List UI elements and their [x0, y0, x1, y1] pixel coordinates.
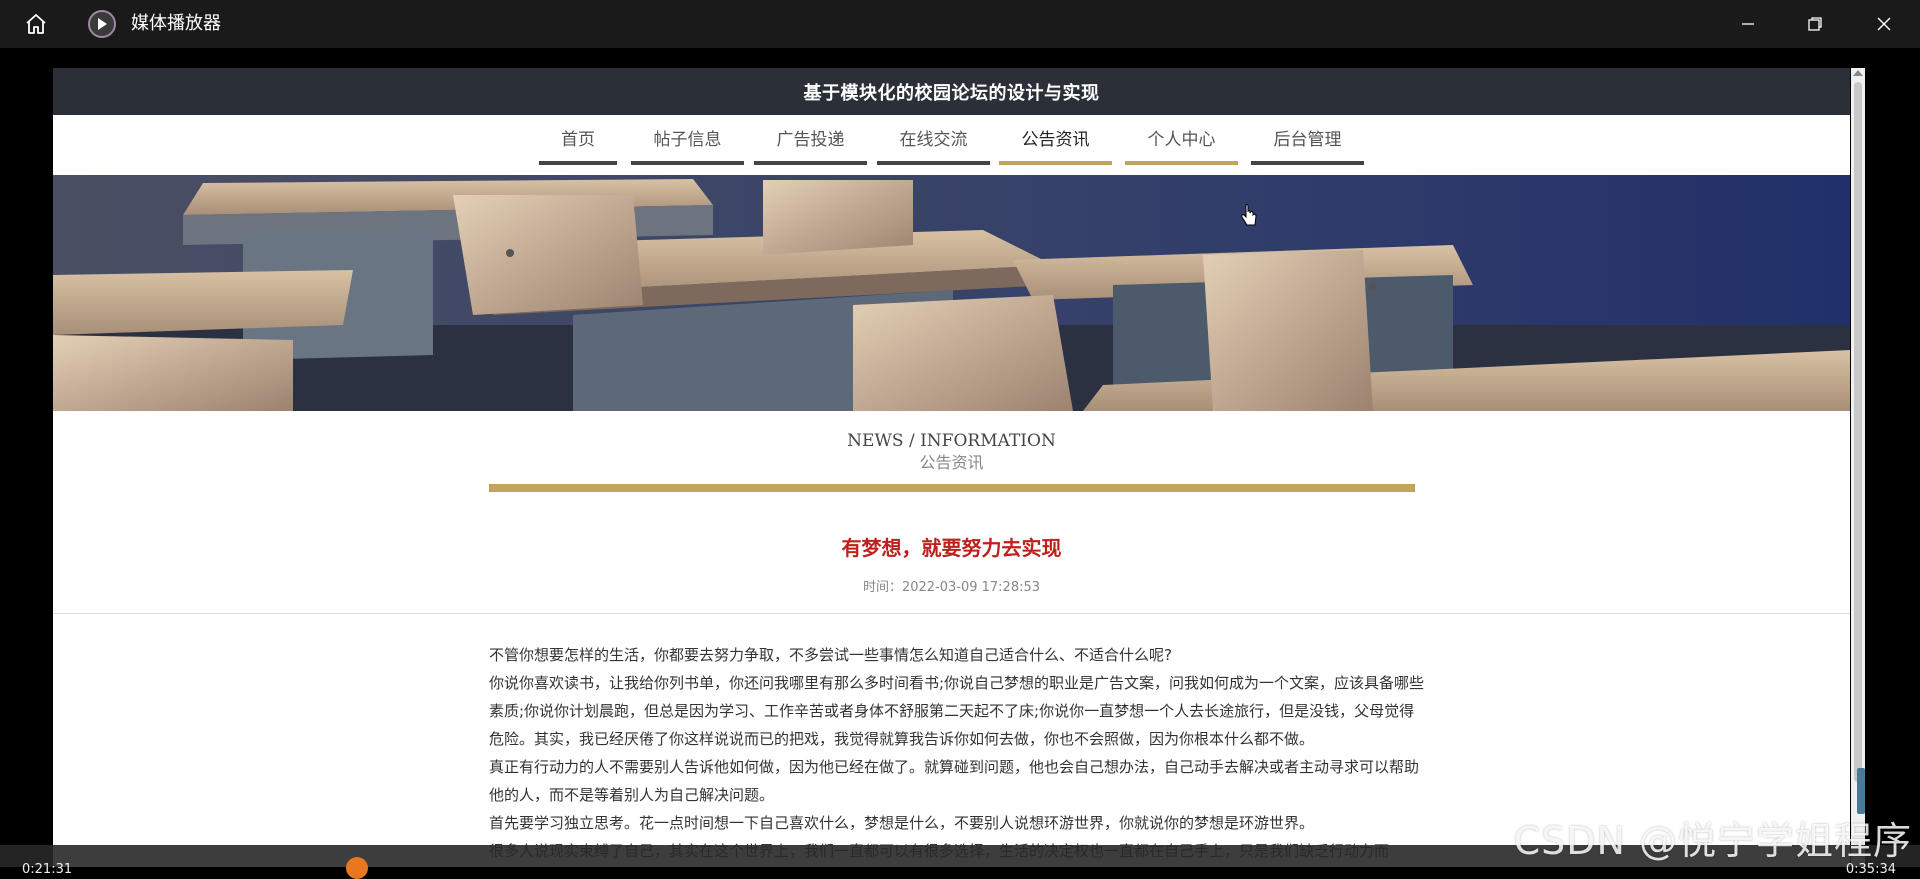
nav-label: 首页 — [561, 130, 595, 150]
scroll-up-icon[interactable] — [1853, 70, 1863, 76]
nav-home[interactable]: 首页 — [539, 115, 617, 175]
close-icon — [1877, 17, 1891, 31]
nav-admin[interactable]: 后台管理 — [1251, 115, 1364, 175]
nav-underline — [1125, 161, 1238, 165]
watermark: CSDN @悦宁学姐程序 — [1513, 819, 1912, 863]
section-divider — [489, 484, 1415, 492]
nav-label: 在线交流 — [899, 130, 968, 150]
main-nav: 首页 帖子信息 广告投递 在线交流 公告资讯 个人中心 后台管理 — [53, 115, 1850, 175]
nav-underline — [999, 161, 1112, 165]
progress-knob[interactable] — [346, 857, 368, 879]
nav-label: 公告资讯 — [1021, 130, 1090, 150]
nav-ads[interactable]: 广告投递 — [754, 115, 867, 175]
app-title: 媒体播放器 — [131, 13, 221, 34]
article-paragraph: 真正有行动力的人不需要别人告诉他如何做，因为他已经在做了。就算碰到问题，他也会自… — [489, 758, 1420, 804]
classroom-banner — [53, 175, 1850, 411]
article-title: 有梦想，就要努力去实现 — [841, 536, 1062, 560]
scroll-edge-marker — [1857, 768, 1865, 814]
mouse-cursor-icon — [1241, 204, 1257, 226]
article-paragraph: 首先要学习独立思考。花一点时间想一下自己喜欢什么，梦想是什么，不要别人说想环游世… — [489, 814, 1315, 832]
nav-label: 个人中心 — [1147, 130, 1216, 150]
nav-label: 帖子信息 — [653, 130, 722, 150]
nav-underline — [631, 161, 744, 165]
maximize-button[interactable] — [1787, 4, 1843, 44]
elapsed-time: 0:21:31 — [22, 862, 73, 877]
nav-label: 广告投递 — [776, 130, 845, 150]
minimize-button[interactable] — [1720, 4, 1776, 44]
article-paragraph: 你说你喜欢读书，让我给你列书单，你还问我哪里有那么多时间看书;你说自己梦想的职业… — [489, 674, 1425, 748]
minimize-icon — [1742, 23, 1754, 25]
content-divider — [53, 613, 1850, 614]
window-titlebar: 媒体播放器 — [0, 0, 1920, 48]
classroom-illustration — [53, 175, 1850, 411]
video-stage: 基于模块化的校园论坛的设计与实现 首页 帖子信息 广告投递 在线交流 公告资讯 … — [0, 48, 1920, 867]
nav-label: 后台管理 — [1273, 130, 1342, 150]
nav-announcements[interactable]: 公告资讯 — [999, 115, 1112, 175]
section-title-cn: 公告资讯 — [919, 453, 984, 472]
nav-underline — [754, 161, 867, 165]
article-body: 不管你想要怎样的生活，你都要去努力争取，不多尝试一些事情怎么知道自己适合什么、不… — [489, 641, 1425, 865]
section-title-en: NEWS / INFORMATION — [847, 431, 1056, 451]
page-scrollbar[interactable] — [1851, 68, 1865, 867]
article-time: 时间：2022-03-09 17:28:53 — [862, 580, 1041, 595]
restore-icon — [1808, 17, 1822, 31]
site-title: 基于模块化的校园论坛的设计与实现 — [53, 68, 1850, 115]
media-player-icon — [88, 10, 116, 38]
home-button[interactable] — [20, 10, 52, 38]
nav-chat[interactable]: 在线交流 — [877, 115, 990, 175]
nav-underline — [539, 161, 617, 165]
nav-posts[interactable]: 帖子信息 — [631, 115, 744, 175]
close-button[interactable] — [1856, 4, 1912, 44]
scroll-thumb[interactable] — [1854, 82, 1862, 782]
section-heading: NEWS / INFORMATION 公告资讯 — [53, 430, 1850, 474]
article-paragraph: 不管你想要怎样的生活，你都要去努力争取，不多尝试一些事情怎么知道自己适合什么、不… — [489, 646, 1172, 664]
home-icon — [26, 14, 46, 34]
web-page: 基于模块化的校园论坛的设计与实现 首页 帖子信息 广告投递 在线交流 公告资讯 … — [53, 68, 1850, 867]
nav-underline — [877, 161, 990, 165]
nav-profile[interactable]: 个人中心 — [1125, 115, 1238, 175]
nav-underline — [1251, 161, 1364, 165]
